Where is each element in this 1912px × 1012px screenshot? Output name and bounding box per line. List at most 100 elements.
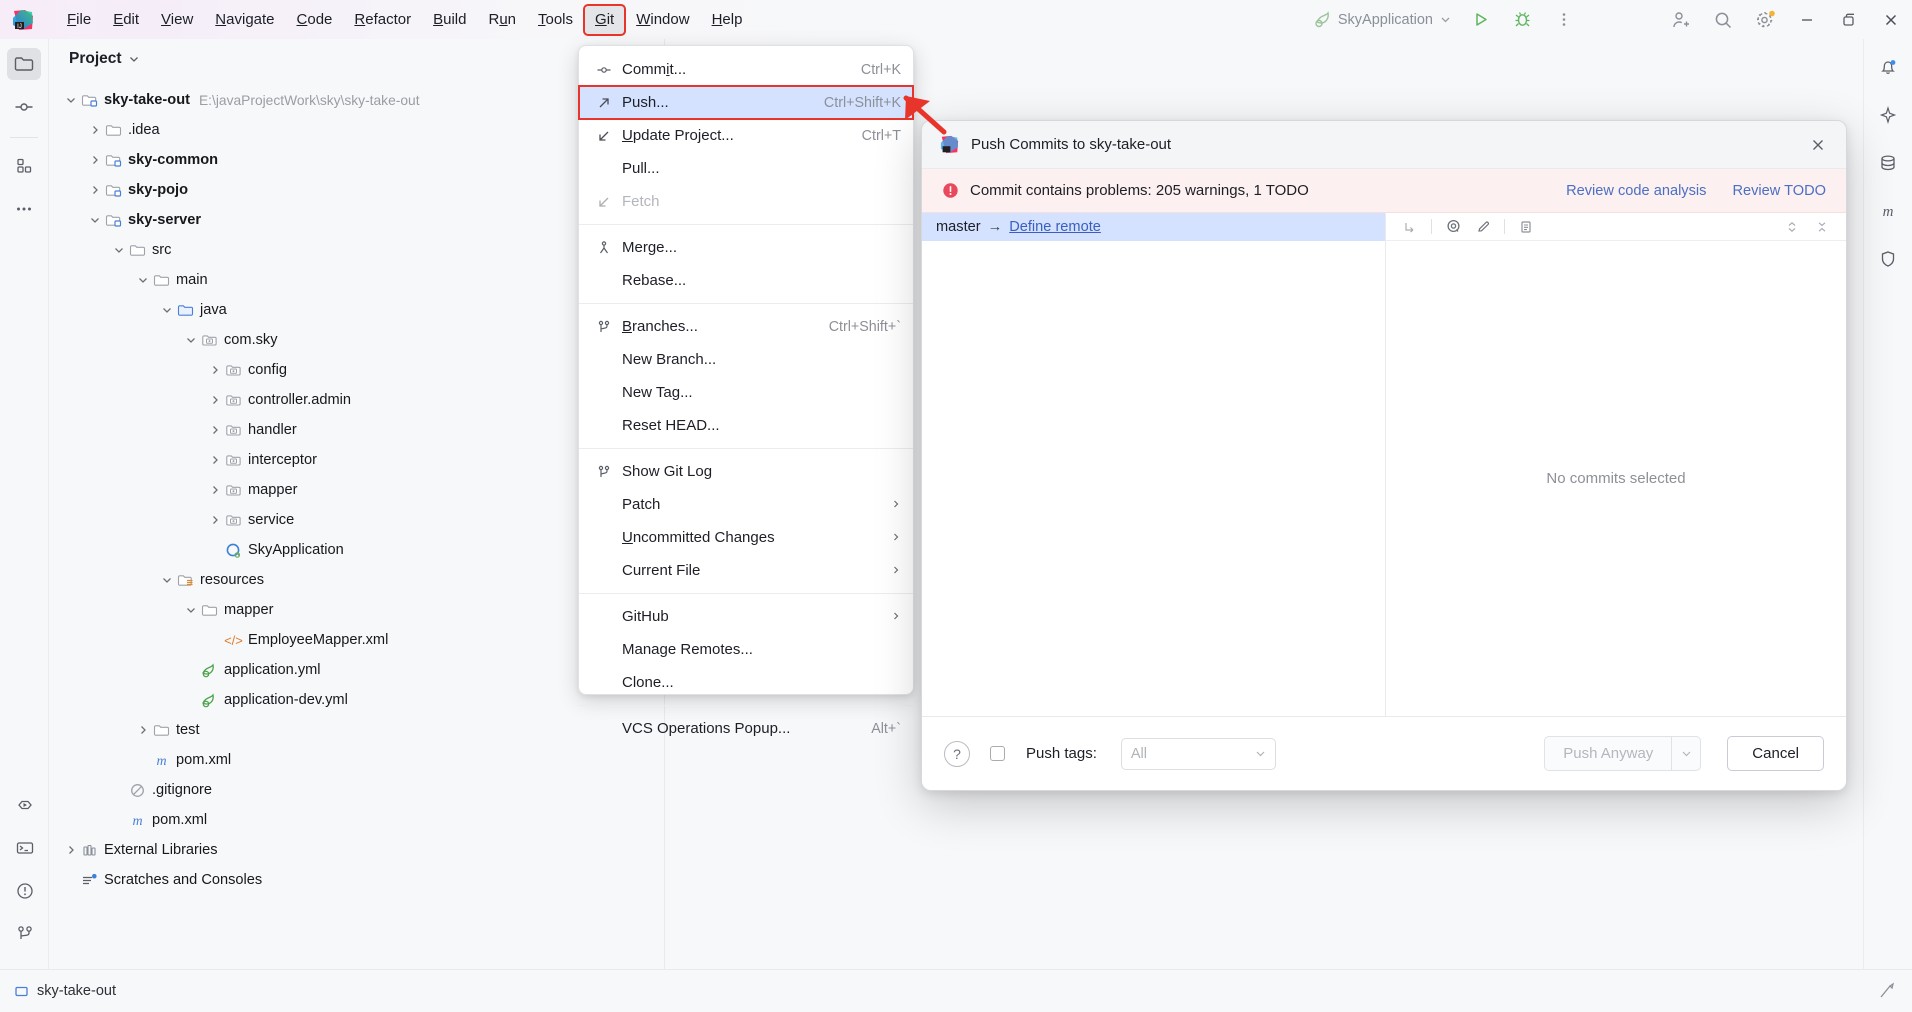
maven-button[interactable]: m <box>1871 195 1905 227</box>
git-menu-item-reset-head[interactable]: Reset HEAD... <box>579 409 913 442</box>
chevron-down-icon[interactable] <box>159 572 175 588</box>
code-with-me-button[interactable] <box>1660 0 1702 39</box>
search-everywhere-button[interactable] <box>1702 0 1744 39</box>
project-tool-button[interactable] <box>7 48 41 80</box>
tree-node-application-yml[interactable]: application.yml <box>49 655 664 685</box>
security-button[interactable] <box>1871 243 1905 275</box>
git-menu-item-merge[interactable]: Merge... <box>579 231 913 264</box>
tree-node-mapper[interactable]: mapper <box>49 475 664 505</box>
tree-node-employeemapper-xml[interactable]: </> EmployeeMapper.xml <box>49 625 664 655</box>
chevron-right-icon[interactable] <box>87 152 103 168</box>
git-menu-item-manage-remotes[interactable]: Manage Remotes... <box>579 633 913 666</box>
tree-node-com-sky[interactable]: com.sky <box>49 325 664 355</box>
chevron-down-icon[interactable] <box>183 332 199 348</box>
ide-inspection-icon[interactable] <box>1878 981 1898 1001</box>
push-anyway-dropdown-button[interactable] <box>1671 736 1702 771</box>
git-menu-item-uncommitted-changes[interactable]: Uncommitted Changes <box>579 521 913 554</box>
tree-node-external-libraries[interactable]: External Libraries <box>49 835 664 865</box>
chevron-down-icon[interactable] <box>128 53 140 65</box>
review-code-analysis-link[interactable]: Review code analysis <box>1566 183 1706 199</box>
chevron-right-icon[interactable] <box>135 722 151 738</box>
chevron-right-icon[interactable] <box>207 392 223 408</box>
tree-node-config[interactable]: config <box>49 355 664 385</box>
cancel-button[interactable]: Cancel <box>1727 736 1824 771</box>
tree-node-handler[interactable]: handler <box>49 415 664 445</box>
tree-node--idea[interactable]: .idea <box>49 115 664 145</box>
minimize-button[interactable] <box>1786 0 1828 39</box>
expand-all-icon[interactable] <box>1396 215 1424 239</box>
run-tool-button[interactable] <box>8 789 42 821</box>
expand-diff-icon[interactable] <box>1808 215 1836 239</box>
tree-node-mapper[interactable]: mapper <box>49 595 664 625</box>
eye-preview-icon[interactable] <box>1439 215 1467 239</box>
chevron-down-icon[interactable] <box>159 302 175 318</box>
tree-node-sky-take-out[interactable]: sky-take-out E:\javaProjectWork\sky\sky-t… <box>49 85 664 115</box>
tree-node-interceptor[interactable]: interceptor <box>49 445 664 475</box>
tree-node-sky-pojo[interactable]: sky-pojo <box>49 175 664 205</box>
run-button[interactable] <box>1459 0 1501 39</box>
git-menu-item-commit[interactable]: Commit... Ctrl+K <box>579 53 913 86</box>
tree-node-service[interactable]: service <box>49 505 664 535</box>
help-button[interactable]: ? <box>944 740 970 767</box>
menu-build[interactable]: Build <box>422 5 477 35</box>
git-menu-item-branches[interactable]: Branches... Ctrl+Shift+` <box>579 310 913 343</box>
tree-node-scratches-and-consoles[interactable]: Scratches and Consoles <box>49 865 664 895</box>
tree-node-controller-admin[interactable]: controller.admin <box>49 385 664 415</box>
git-menu-item-rebase[interactable]: Rebase... <box>579 264 913 297</box>
commit-tool-button[interactable] <box>7 91 41 123</box>
collapse-icon[interactable] <box>1778 215 1806 239</box>
review-todo-link[interactable]: Review TODO <box>1732 183 1826 199</box>
problems-tool-button[interactable] <box>8 875 42 907</box>
tree-node-pom-xml[interactable]: m pom.xml <box>49 805 664 835</box>
push-target-row[interactable]: master → Define remote <box>922 213 1385 241</box>
chevron-down-icon[interactable] <box>135 272 151 288</box>
close-button[interactable] <box>1870 0 1912 39</box>
database-button[interactable] <box>1871 147 1905 179</box>
edit-pencil-icon[interactable] <box>1469 215 1497 239</box>
menu-file[interactable]: File <box>56 5 102 35</box>
git-menu-item-current-file[interactable]: Current File <box>579 554 913 587</box>
git-menu-item-clone[interactable]: Clone... <box>579 666 913 699</box>
structure-tool-button[interactable] <box>7 150 41 182</box>
menu-edit[interactable]: Edit <box>102 5 150 35</box>
git-menu-item-new-tag[interactable]: New Tag... <box>579 376 913 409</box>
chevron-down-icon[interactable] <box>183 602 199 618</box>
tree-node-sky-server[interactable]: sky-server <box>49 205 664 235</box>
maximize-button[interactable] <box>1828 0 1870 39</box>
tree-node-resources[interactable]: resources <box>49 565 664 595</box>
tree-node-application-dev-yml[interactable]: application-dev.yml <box>49 685 664 715</box>
tree-node-sky-common[interactable]: sky-common <box>49 145 664 175</box>
menu-help[interactable]: Help <box>701 5 754 35</box>
push-tags-select[interactable]: All <box>1120 737 1276 770</box>
dialog-close-button[interactable] <box>1804 131 1832 159</box>
menu-code[interactable]: Code <box>286 5 344 35</box>
tree-node-src[interactable]: src <box>49 235 664 265</box>
git-tool-button[interactable] <box>8 918 42 950</box>
more-actions-button[interactable] <box>1543 0 1585 39</box>
menu-window[interactable]: Window <box>625 5 700 35</box>
chevron-right-icon[interactable] <box>87 122 103 138</box>
menu-refactor[interactable]: Refactor <box>343 5 422 35</box>
menu-view[interactable]: View <box>150 5 204 35</box>
menu-git[interactable]: Git <box>583 3 627 36</box>
tree-node-skyapplication[interactable]: SkyApplication <box>49 535 664 565</box>
debug-button[interactable] <box>1501 0 1543 39</box>
tree-node-java[interactable]: java <box>49 295 664 325</box>
chevron-down-icon[interactable] <box>111 242 127 258</box>
tree-node-test[interactable]: test <box>49 715 664 745</box>
menu-run[interactable]: Run <box>477 5 527 35</box>
terminal-tool-button[interactable] <box>8 832 42 864</box>
git-menu-item-vcs-operations-popup[interactable]: VCS Operations Popup... Alt+` <box>579 712 913 745</box>
chevron-down-icon[interactable] <box>63 92 79 108</box>
define-remote-link[interactable]: Define remote <box>1009 219 1101 235</box>
settings-button[interactable] <box>1744 0 1786 39</box>
chevron-right-icon[interactable] <box>63 842 79 858</box>
ai-assistant-button[interactable] <box>1871 99 1905 131</box>
git-menu-item-show-git-log[interactable]: Show Git Log <box>579 455 913 488</box>
push-tags-checkbox[interactable] <box>990 746 1005 761</box>
chevron-down-icon[interactable] <box>87 212 103 228</box>
push-anyway-button[interactable]: Push Anyway <box>1544 736 1672 771</box>
git-menu-item-new-branch[interactable]: New Branch... <box>579 343 913 376</box>
git-menu-item-patch[interactable]: Patch <box>579 488 913 521</box>
git-menu-item-pull[interactable]: Pull... <box>579 152 913 185</box>
